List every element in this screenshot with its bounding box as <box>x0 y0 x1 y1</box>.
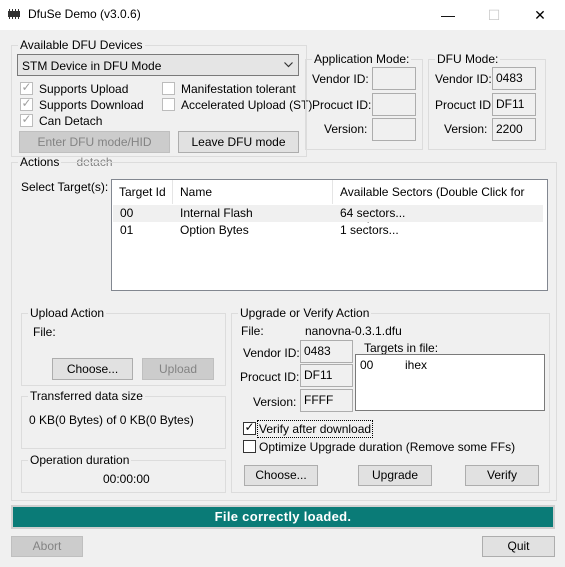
leave-dfu-mode-button[interactable]: Leave DFU mode <box>178 131 299 153</box>
chevron-down-icon <box>284 62 293 68</box>
quit-button-label: Quit <box>507 539 530 553</box>
upgrade-vendor-id-label: Vendor ID: <box>243 346 300 360</box>
app-version-field <box>372 118 416 141</box>
minimize-button[interactable]: — <box>425 0 471 30</box>
device-select[interactable]: STM Device in DFU Mode <box>17 54 299 76</box>
quit-button[interactable]: Quit <box>482 536 555 557</box>
application-mode-legend: Application Mode: <box>314 52 410 66</box>
row-target-id: 00 <box>120 206 134 220</box>
window-title: DfuSe Demo (v3.0.6) <box>28 7 141 21</box>
verify-after-download-checkbox[interactable]: ✓ <box>243 420 256 435</box>
upload-file-label: File: <box>33 325 56 339</box>
dfu-version-field: 2200 <box>492 118 536 141</box>
app-vendor-id-label: Vendor ID: <box>312 72 369 86</box>
dfu-product-id-field: DF11 <box>492 93 536 116</box>
column-header-sectors[interactable]: Available Sectors (Double Click for more… <box>333 180 547 223</box>
dfu-devices-legend: Available DFU Devices <box>20 38 143 52</box>
app-vendor-id-field <box>372 67 416 90</box>
column-header-name[interactable]: Name <box>173 180 333 204</box>
table-row[interactable]: 00 Internal Flash 64 sectors... <box>113 205 543 222</box>
supports-download-checkbox: ✓ <box>20 96 33 111</box>
title-bar: DfuSe Demo (v3.0.6) — ☐ ✕ <box>0 0 565 30</box>
targets-list[interactable]: Target Id Name Available Sectors (Double… <box>111 179 548 291</box>
upgrade-version-field: FFFF <box>300 389 353 412</box>
app-product-id-label: Procuct ID: <box>312 98 372 112</box>
table-row[interactable]: 01 Option Bytes 1 sectors... <box>113 222 543 239</box>
abort-button-label: Abort <box>32 539 62 553</box>
maximize-icon: ☐ <box>487 7 501 23</box>
row-name: Internal Flash <box>180 206 253 220</box>
accelerated-upload-checkbox <box>162 98 175 111</box>
supports-upload-checkbox: ✓ <box>20 80 33 95</box>
device-select-value: STM Device in DFU Mode <box>22 59 162 73</box>
file-target-id: 00 <box>360 358 374 372</box>
upload-button: Upload <box>142 358 214 380</box>
upgrade-button[interactable]: Upgrade <box>358 465 432 486</box>
upgrade-file-label: File: <box>241 324 264 338</box>
chip-icon <box>8 9 20 19</box>
supports-download-label: Supports Download <box>39 98 144 112</box>
app-version-label: Version: <box>324 122 368 136</box>
enter-dfu-mode-button: Enter DFU mode/HID detach <box>19 131 170 169</box>
accelerated-upload-label: Accelerated Upload (ST) <box>181 98 313 112</box>
upgrade-vendor-id-field: 0483 <box>300 340 353 363</box>
app-product-id-field <box>372 93 416 116</box>
can-detach-label: Can Detach <box>39 114 103 128</box>
targets-in-file-label: Targets in file: <box>364 341 439 355</box>
targets-in-file-list[interactable]: 00 ihex <box>355 354 545 411</box>
operation-duration-value: 00:00:00 <box>103 472 150 486</box>
row-name: Option Bytes <box>180 223 249 237</box>
dfu-vendor-id-field: 0483 <box>492 67 536 90</box>
dfu-mode-legend: DFU Mode: <box>437 52 499 66</box>
manifestation-tolerant-checkbox <box>162 82 175 95</box>
leave-dfu-mode-label: Leave DFU mode <box>191 135 286 149</box>
upgrade-button-label: Upgrade <box>371 468 419 482</box>
upload-choose-button[interactable]: Choose... <box>52 358 133 380</box>
transferred-data-value: 0 KB(0 Bytes) of 0 KB(0 Bytes) <box>29 413 194 427</box>
maximize-button: ☐ <box>471 0 517 30</box>
row-sectors: 1 sectors... <box>340 223 399 237</box>
upgrade-file-name: nanovna-0.3.1.dfu <box>305 324 402 338</box>
column-header-target-id[interactable]: Target Id <box>112 180 173 204</box>
actions-legend: Actions <box>20 155 60 169</box>
upload-choose-label: Choose... <box>66 362 119 376</box>
upgrade-choose-label: Choose... <box>255 468 307 482</box>
verify-after-download-label[interactable]: Verify after download <box>256 420 374 438</box>
row-sectors: 64 sectors... <box>340 206 406 220</box>
supports-upload-label: Supports Upload <box>39 82 129 96</box>
dfu-vendor-id-label: Vendor ID: <box>435 72 492 86</box>
dfu-version-label: Version: <box>444 122 488 136</box>
can-detach-checkbox: ✓ <box>20 112 33 127</box>
upgrade-product-id-label: Procuct ID: <box>240 370 300 384</box>
upgrade-product-id-field: DF11 <box>300 364 353 387</box>
minimize-icon: — <box>441 7 455 23</box>
transferred-data-legend: Transferred data size <box>30 389 143 403</box>
status-message: File correctly loaded. <box>11 505 555 529</box>
close-button[interactable]: ✕ <box>517 0 563 30</box>
row-target-id: 01 <box>120 223 134 237</box>
verify-button-label: Verify <box>486 468 517 482</box>
dfu-product-id-label: Procuct ID: <box>435 98 495 112</box>
manifestation-tolerant-label: Manifestation tolerant <box>181 82 296 96</box>
close-icon: ✕ <box>534 7 546 23</box>
upload-button-label: Upload <box>158 362 198 376</box>
file-target-name: ihex <box>405 358 428 372</box>
verify-button[interactable]: Verify <box>465 465 539 486</box>
upload-action-legend: Upload Action <box>30 306 105 320</box>
optimize-upgrade-checkbox[interactable] <box>243 440 256 453</box>
upgrade-verify-legend: Upgrade or Verify Action <box>240 306 370 320</box>
select-targets-label: Select Target(s): <box>21 180 109 194</box>
upgrade-choose-button[interactable]: Choose... <box>244 465 318 486</box>
upgrade-version-label: Version: <box>253 395 297 409</box>
abort-button: Abort <box>11 536 83 557</box>
optimize-upgrade-label[interactable]: Optimize Upgrade duration (Remove some F… <box>259 440 515 454</box>
operation-duration-legend: Operation duration <box>30 453 130 467</box>
